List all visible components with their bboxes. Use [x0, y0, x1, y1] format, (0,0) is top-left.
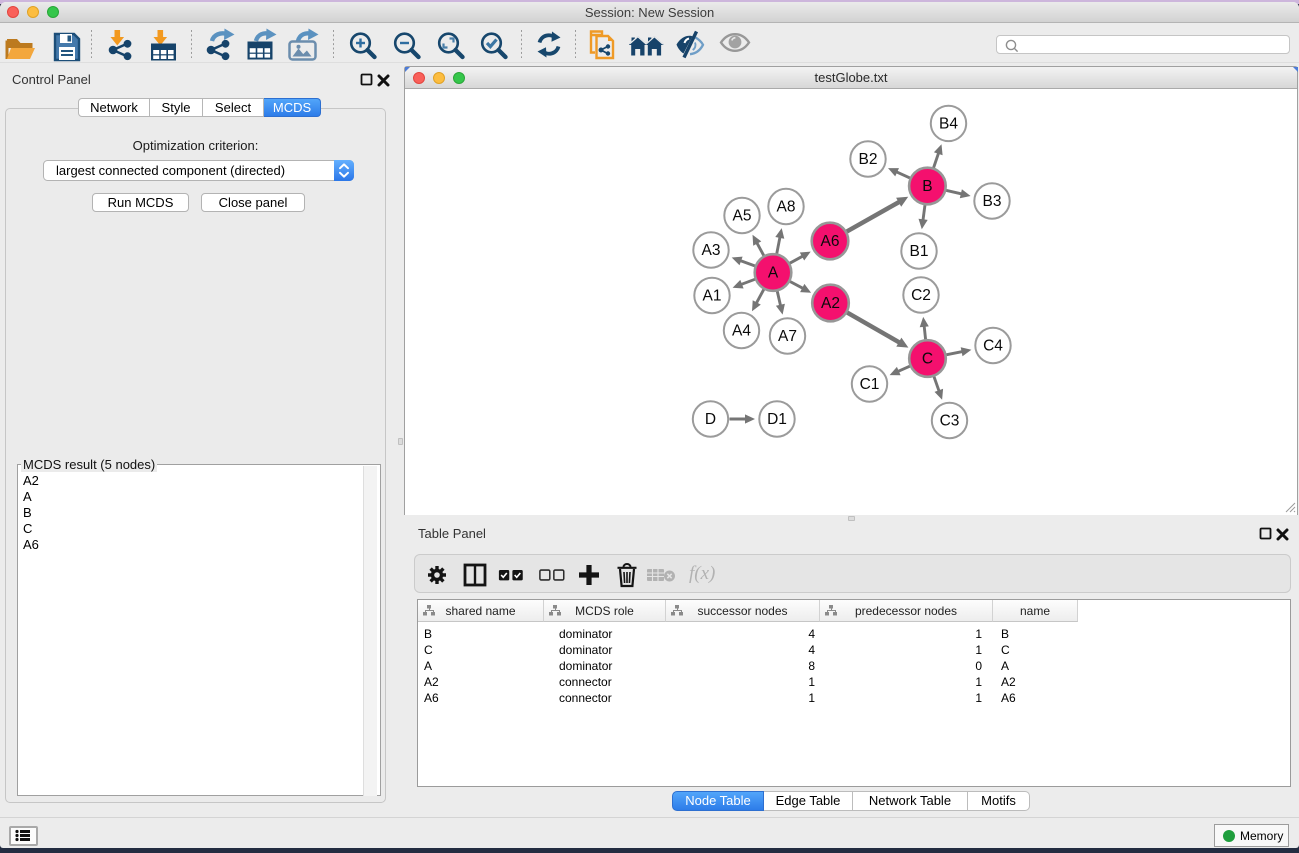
svg-text:B3: B3 [983, 193, 1002, 210]
svg-text:C1: C1 [860, 376, 880, 393]
svg-text:D1: D1 [767, 411, 787, 428]
svg-text:A7: A7 [778, 328, 797, 345]
svg-text:A5: A5 [733, 208, 752, 225]
svg-text:B: B [922, 178, 932, 195]
svg-text:C4: C4 [983, 338, 1003, 355]
svg-text:C2: C2 [911, 287, 931, 304]
svg-text:A8: A8 [777, 199, 796, 216]
svg-text:D: D [705, 411, 716, 428]
svg-text:A6: A6 [821, 233, 840, 250]
svg-text:A1: A1 [703, 288, 722, 305]
svg-text:B4: B4 [939, 115, 958, 132]
svg-text:A2: A2 [821, 295, 840, 312]
svg-text:C3: C3 [940, 413, 960, 430]
svg-text:C: C [922, 351, 933, 368]
svg-text:A3: A3 [702, 242, 721, 259]
svg-text:A: A [768, 265, 779, 282]
svg-text:A4: A4 [732, 323, 751, 340]
svg-text:B1: B1 [910, 243, 929, 260]
svg-text:B2: B2 [859, 151, 878, 168]
